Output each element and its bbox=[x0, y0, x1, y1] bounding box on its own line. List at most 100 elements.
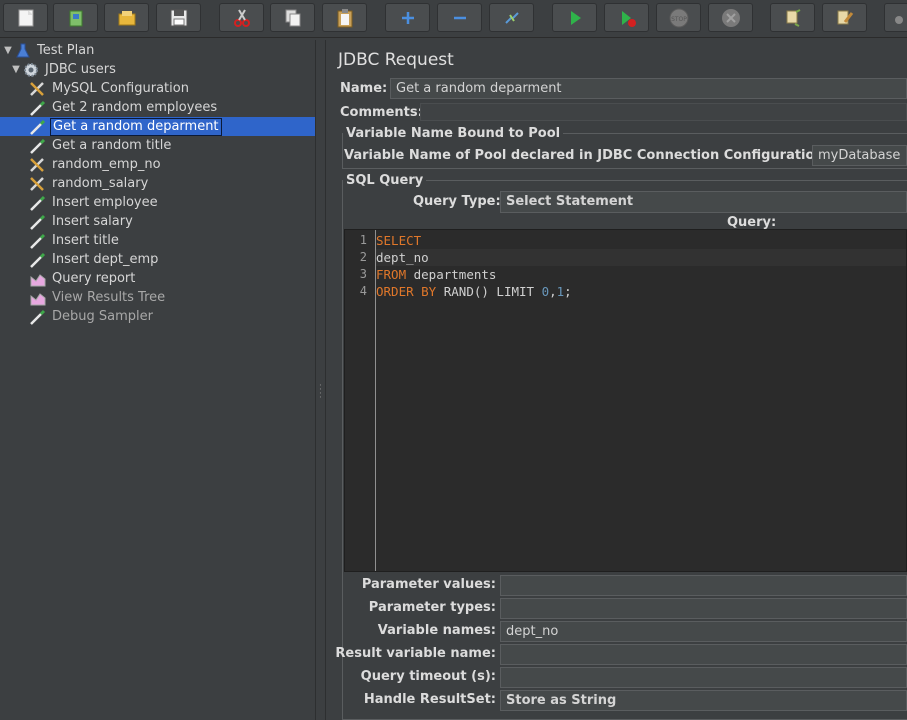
param-field[interactable] bbox=[500, 575, 907, 596]
code-line[interactable]: ORDER BY RAND() LIMIT 0,1; bbox=[376, 283, 906, 300]
stop-button[interactable]: STOP bbox=[656, 3, 701, 32]
param-label: Query timeout (s): bbox=[360, 669, 496, 684]
pipette-icon bbox=[29, 308, 47, 325]
broom-all-icon bbox=[837, 10, 853, 24]
cut-button[interactable] bbox=[219, 3, 264, 32]
split-pane-divider[interactable]: · · · · bbox=[315, 40, 326, 720]
grip-icon: · · · · bbox=[319, 381, 322, 403]
tree-item[interactable]: Debug Sampler bbox=[0, 307, 315, 326]
search-button[interactable] bbox=[884, 3, 907, 32]
tree-item[interactable]: Get a random deparment bbox=[0, 117, 315, 136]
tree-item[interactable]: Insert title bbox=[0, 231, 315, 250]
toolbar: STOP bbox=[0, 0, 907, 38]
minus-icon bbox=[453, 16, 466, 19]
tree-item[interactable]: random_emp_no bbox=[0, 155, 315, 174]
sql-text: ; bbox=[564, 284, 572, 299]
code-line[interactable]: dept_no bbox=[376, 249, 906, 266]
sql-group-title: SQL Query bbox=[343, 173, 427, 188]
tree-item-label: random_emp_no bbox=[52, 156, 161, 172]
stop-icon: STOP bbox=[669, 8, 688, 27]
tree-item-label: Insert title bbox=[52, 232, 119, 248]
tree-item[interactable]: Insert salary bbox=[0, 212, 315, 231]
code-line[interactable]: FROM departments bbox=[376, 266, 906, 283]
expand-toggle-icon[interactable]: ▼ bbox=[10, 64, 22, 75]
tree-item-label: JDBC users bbox=[45, 61, 116, 77]
name-field[interactable]: Get a random deparment bbox=[390, 78, 907, 99]
copy-icon bbox=[285, 9, 300, 26]
panel-title: JDBC Request bbox=[338, 50, 454, 70]
param-label: Result variable name: bbox=[335, 646, 496, 661]
tree-item[interactable]: ▼ Test Plan bbox=[0, 41, 315, 60]
code-line[interactable]: SELECT bbox=[376, 232, 906, 249]
templates-icon bbox=[69, 10, 82, 26]
tree-item[interactable]: Query report bbox=[0, 269, 315, 288]
tree-item-label: Insert salary bbox=[52, 213, 133, 229]
wrench-scissors-icon bbox=[29, 156, 47, 173]
param-field[interactable]: dept_no bbox=[500, 621, 907, 642]
clear-all-button[interactable] bbox=[822, 3, 867, 32]
line-number: 3 bbox=[359, 267, 367, 281]
tree-item-label: Insert employee bbox=[52, 194, 158, 210]
param-label: Handle ResultSet: bbox=[363, 692, 496, 707]
sql-keyword: SELECT bbox=[376, 233, 422, 248]
pipette-icon bbox=[29, 137, 47, 154]
start-button[interactable] bbox=[552, 3, 597, 32]
test-plan-tree: ▼ Test Plan ▼ JDBC users MySQL Configuration… bbox=[0, 40, 315, 720]
tree-item[interactable]: MySQL Configuration bbox=[0, 79, 315, 98]
tree-item[interactable]: Insert dept_emp bbox=[0, 250, 315, 269]
shutdown-icon bbox=[721, 8, 740, 27]
pipette-icon bbox=[29, 118, 47, 135]
tree-item-label: Query report bbox=[52, 270, 136, 286]
open-folder-icon bbox=[118, 10, 135, 25]
tree-item-label: View Results Tree bbox=[52, 289, 166, 305]
paste-button[interactable] bbox=[322, 3, 367, 32]
clipboard-icon bbox=[337, 8, 352, 27]
tree-item[interactable]: ▼ JDBC users bbox=[0, 60, 315, 79]
new-button[interactable] bbox=[3, 3, 48, 32]
plus-icon bbox=[401, 11, 414, 24]
flask-icon bbox=[14, 42, 32, 59]
tree-item-label: Get 2 random employees bbox=[52, 99, 218, 115]
sql-keyword: FROM bbox=[376, 267, 407, 282]
comments-field[interactable] bbox=[420, 103, 907, 121]
shutdown-button[interactable] bbox=[708, 3, 753, 32]
tree-item[interactable]: Get 2 random employees bbox=[0, 98, 315, 117]
tree-item-label: Get a random deparment bbox=[50, 117, 222, 136]
pool-label: Variable Name of Pool declared in JDBC C… bbox=[344, 148, 829, 163]
collapse-all-button[interactable] bbox=[437, 3, 482, 32]
line-number: 4 bbox=[359, 284, 367, 298]
open-button[interactable] bbox=[104, 3, 149, 32]
play-icon bbox=[570, 10, 581, 25]
pipette-icon bbox=[29, 232, 47, 249]
param-label: Parameter types: bbox=[368, 600, 496, 615]
templates-button[interactable] bbox=[53, 3, 98, 32]
line-number-gutter: 1 2 3 4 bbox=[345, 230, 376, 571]
tree-item[interactable]: View Results Tree bbox=[0, 288, 315, 307]
param-field[interactable] bbox=[500, 598, 907, 619]
tree-item[interactable]: Insert employee bbox=[0, 193, 315, 212]
sql-text: dept_no bbox=[376, 250, 429, 265]
pool-field[interactable]: myDatabase bbox=[812, 145, 907, 166]
toggle-button[interactable] bbox=[489, 3, 534, 32]
play-no-pause-icon bbox=[621, 10, 636, 27]
tree-item[interactable]: Get a random title bbox=[0, 136, 315, 155]
copy-button[interactable] bbox=[270, 3, 315, 32]
comments-label: Comments: bbox=[340, 105, 423, 120]
save-button[interactable] bbox=[156, 3, 201, 32]
svg-text:STOP: STOP bbox=[671, 16, 687, 23]
tree-item[interactable]: random_salary bbox=[0, 174, 315, 193]
query-editor[interactable]: 1234 SELECT dept_no FROM departments ORDER … bbox=[344, 229, 907, 572]
param-field[interactable] bbox=[500, 667, 907, 688]
query-label: Query: bbox=[727, 215, 777, 230]
sql-text: , bbox=[549, 284, 557, 299]
expand-all-button[interactable] bbox=[385, 3, 430, 32]
tree-item-label: random_salary bbox=[52, 175, 149, 191]
clear-button[interactable] bbox=[770, 3, 815, 32]
start-no-pauses-button[interactable] bbox=[604, 3, 649, 32]
expand-toggle-icon[interactable]: ▼ bbox=[2, 45, 14, 56]
query-type-label: Query Type: bbox=[413, 194, 501, 209]
sql-number: 0 bbox=[541, 284, 550, 299]
query-type-select[interactable]: Select Statement bbox=[500, 191, 907, 213]
param-field[interactable] bbox=[500, 644, 907, 665]
handle-resultset-select[interactable]: Store as String bbox=[500, 690, 907, 711]
